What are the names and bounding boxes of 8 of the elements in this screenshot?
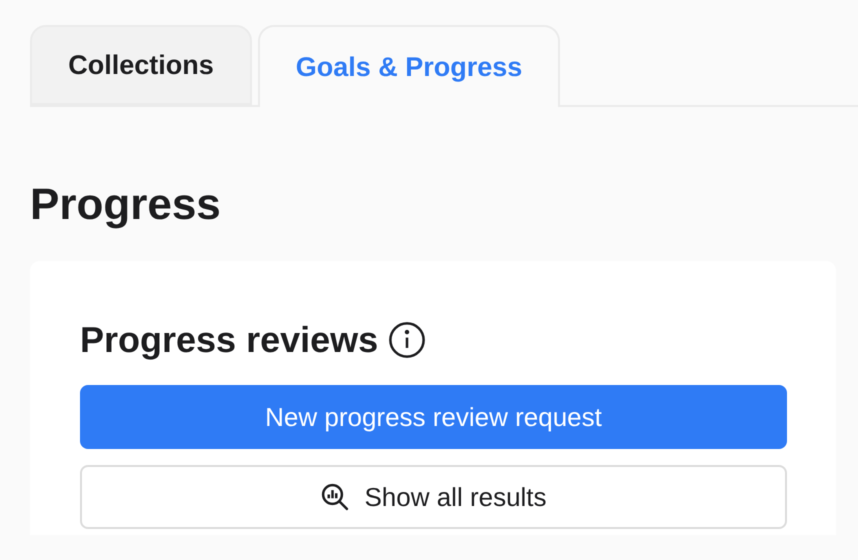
- tab[interactable]: Goals & Progress: [258, 25, 560, 107]
- search-icon: [320, 482, 350, 512]
- tab[interactable]: Collections: [30, 25, 252, 105]
- page-title: Progress: [30, 179, 222, 231]
- card-title: Progress reviews: [80, 319, 378, 361]
- results-button[interactable]: Show all results: [80, 465, 787, 529]
- info-icon[interactable]: [388, 321, 426, 359]
- request-button[interactable]: New progress review request: [80, 385, 787, 449]
